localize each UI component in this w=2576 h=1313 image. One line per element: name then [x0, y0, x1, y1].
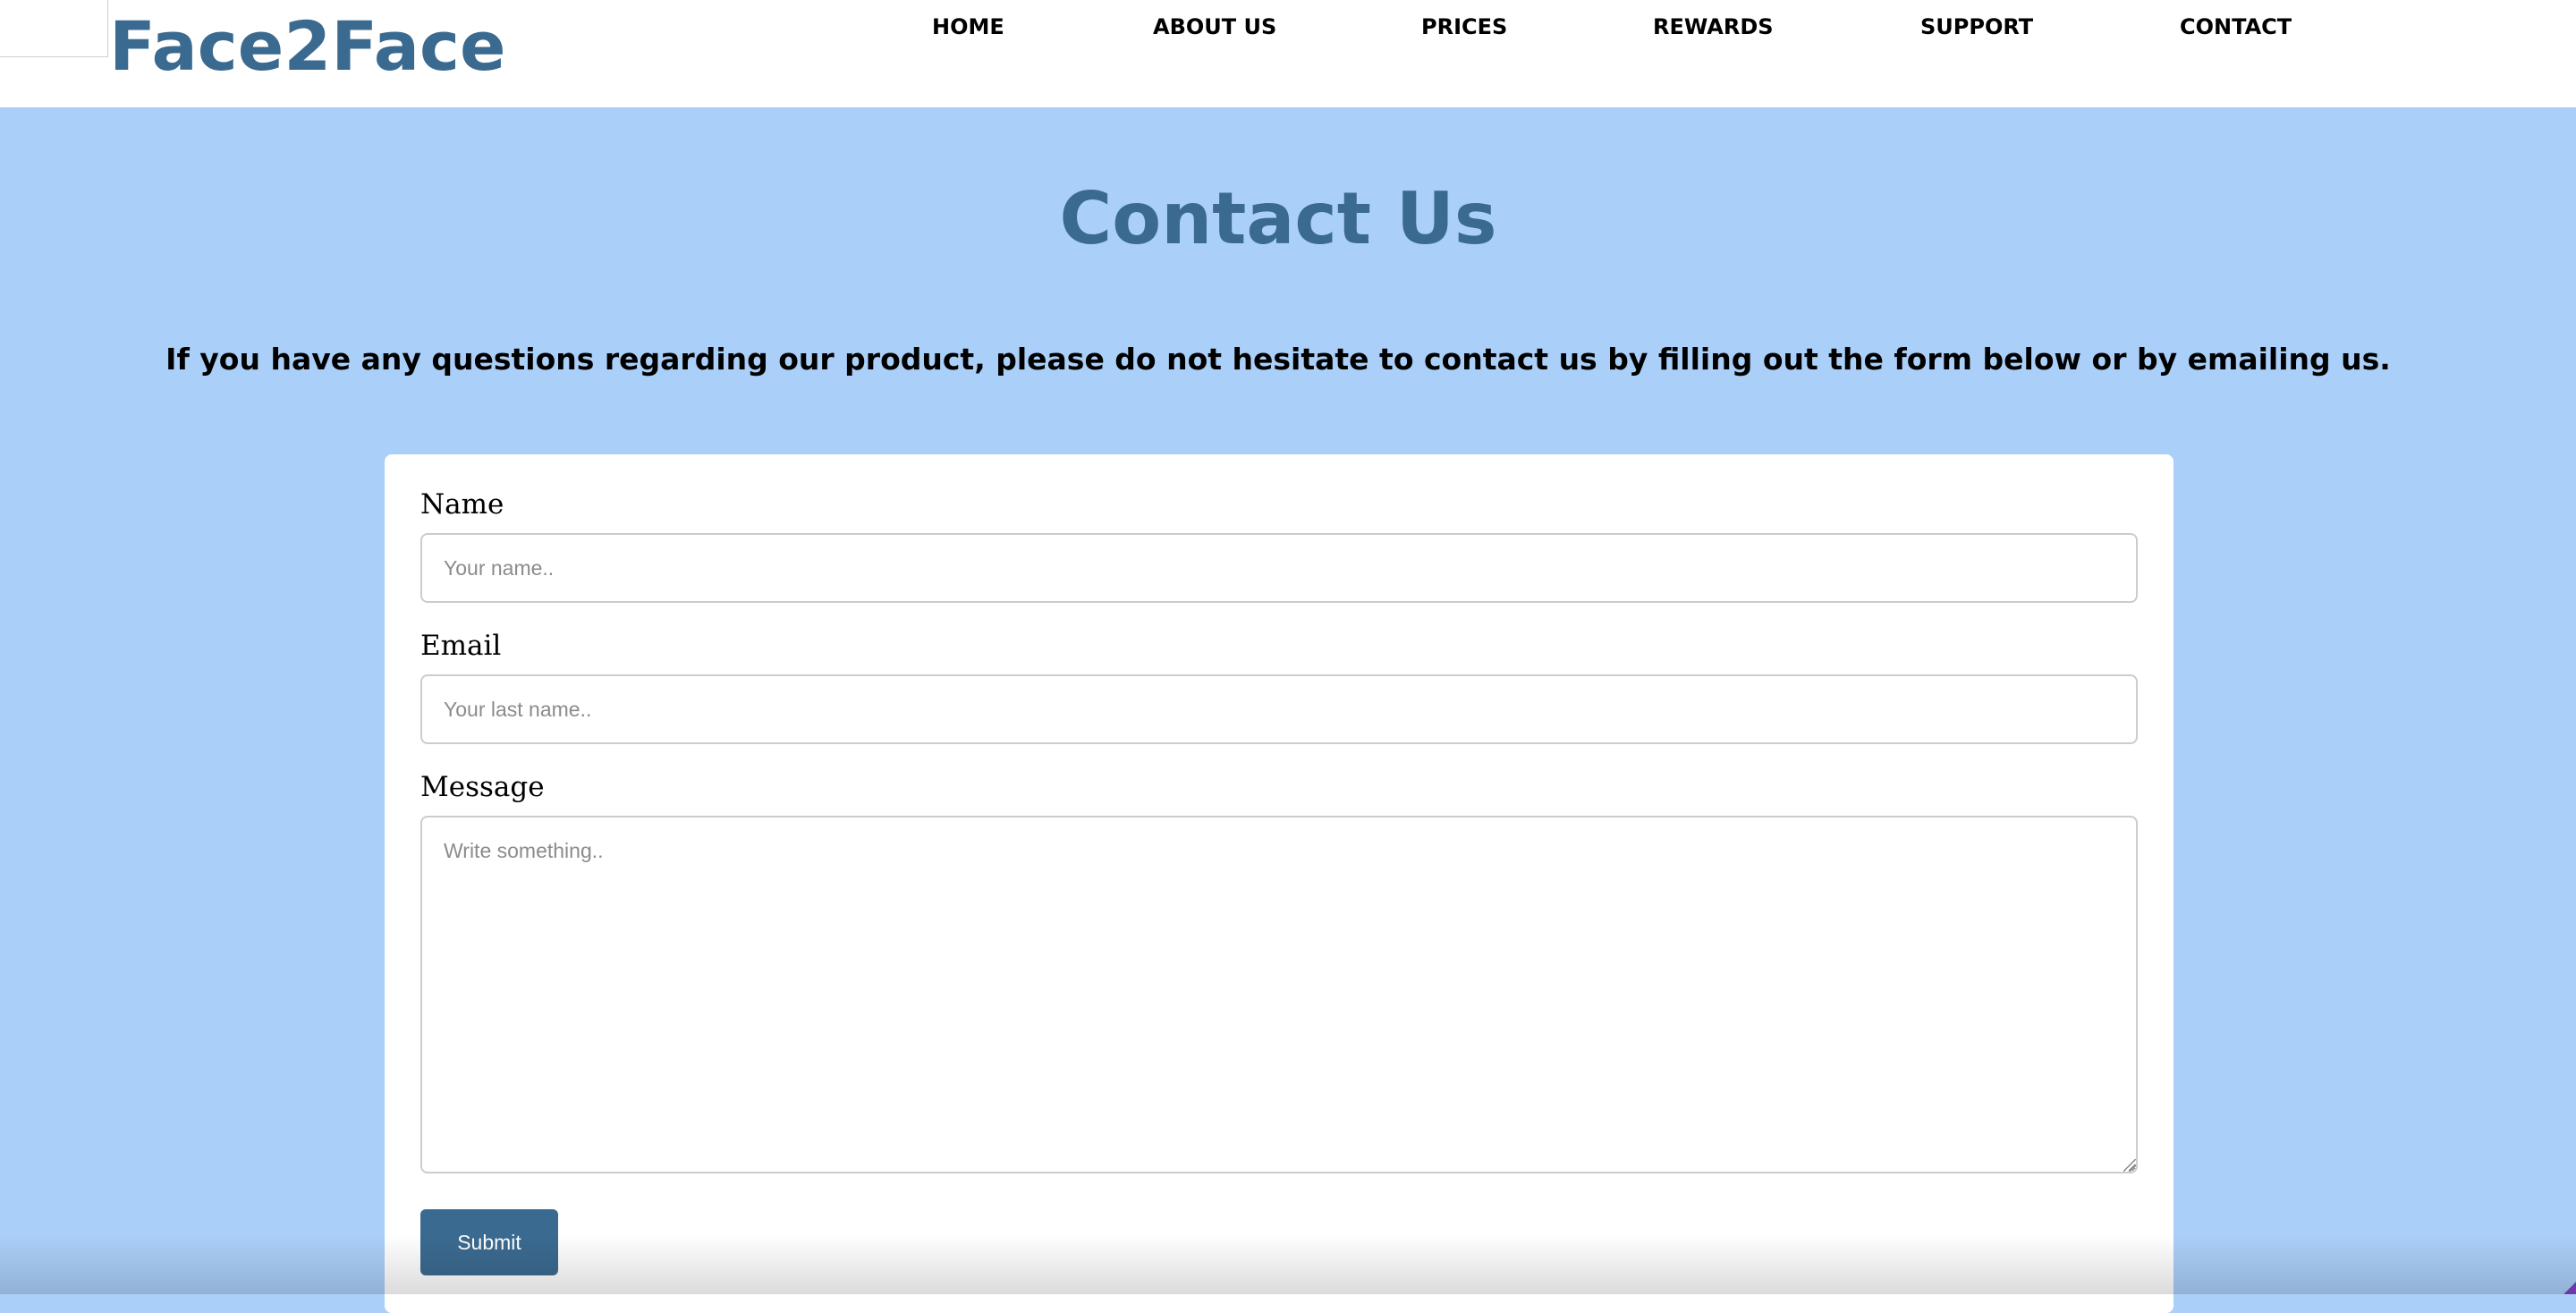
- contact-form: Name Email Message Submit: [385, 454, 2174, 1313]
- message-label: Message: [420, 771, 545, 803]
- nav-link-about-us[interactable]: ABOUT US: [1153, 13, 1276, 41]
- nav-link-prices[interactable]: PRICES: [1421, 13, 1507, 41]
- site-logo[interactable]: Face2Face: [109, 4, 506, 89]
- intro-text: If you have any questions regarding our …: [165, 342, 2391, 377]
- name-label: Name: [420, 488, 504, 521]
- email-label: Email: [420, 630, 502, 662]
- corner-marker-icon: [2563, 1282, 2576, 1294]
- nav-link-contact[interactable]: CONTACT: [2180, 13, 2292, 41]
- page-title: Contact Us: [1059, 177, 1497, 260]
- name-input[interactable]: [420, 533, 2138, 603]
- nav-link-rewards[interactable]: REWARDS: [1653, 13, 1774, 41]
- broken-logo-image: [0, 0, 108, 57]
- submit-button[interactable]: Submit: [420, 1209, 558, 1275]
- site-header: Face2Face HOME ABOUT US PRICES REWARDS S…: [0, 0, 2576, 107]
- email-input[interactable]: [420, 674, 2138, 744]
- message-textarea[interactable]: [420, 816, 2138, 1173]
- nav-link-home[interactable]: HOME: [932, 13, 1004, 41]
- nav-link-support[interactable]: SUPPORT: [1920, 13, 2033, 41]
- resize-handle-icon[interactable]: [2123, 1159, 2136, 1172]
